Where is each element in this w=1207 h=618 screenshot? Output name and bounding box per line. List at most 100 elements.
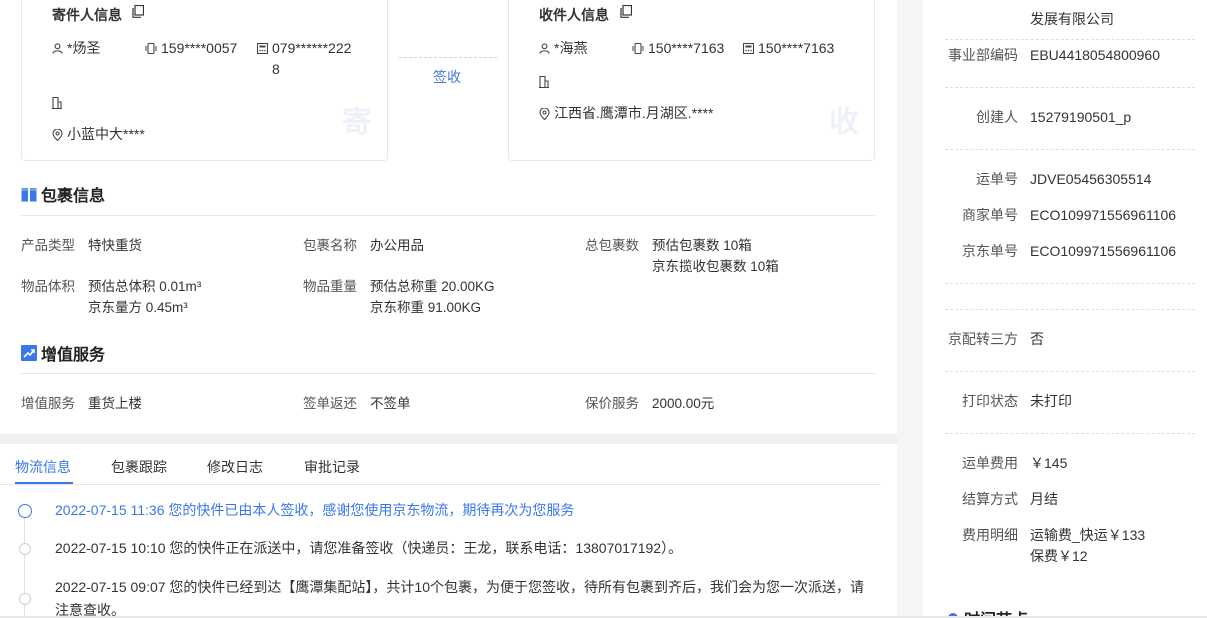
creator-value: 15279190501_p (1030, 109, 1132, 125)
right-divider (945, 371, 1195, 372)
print-status-label: 打印状态 (962, 393, 1018, 409)
package-name-label: 包裹名称 (303, 238, 357, 253)
sender-phone-line1: 079******222 (272, 40, 352, 56)
volume-measured: 京东量方 0.45m³ (88, 300, 188, 315)
right-divider (945, 39, 1195, 40)
company-name-tail: 发展有限公司 (1030, 11, 1114, 27)
timeline-dot (19, 593, 31, 605)
creator-label: 创建人 (976, 109, 1018, 125)
dept-code-label: 事业部编码 (948, 47, 1018, 63)
building-icon (539, 76, 549, 88)
weight-label: 物品重量 (303, 279, 357, 294)
sender-mobile: 159****0057 (161, 40, 238, 56)
sender-name: *炀圣 (67, 40, 101, 56)
sender-mobile-row: 159****0057 (145, 38, 237, 59)
tab-change-log[interactable]: 修改日志 (207, 457, 263, 477)
right-divider (945, 433, 1195, 434)
settle-field: 结算方式 月结 (945, 489, 1195, 510)
product-type-value: 特快重货 (88, 238, 142, 253)
receipt-value: 不签单 (370, 396, 411, 411)
package-section-title: 包裹信息 (41, 188, 106, 205)
panel-gutter (897, 0, 923, 618)
value-added-section-header: 增值服务 (21, 341, 105, 365)
weight-estimated: 预估总称重 20.00KG (370, 279, 495, 294)
settle-label: 结算方式 (962, 491, 1018, 507)
phone-icon (743, 43, 754, 54)
third-party-label: 京配转三方 (948, 331, 1018, 347)
fee-label: 运单费用 (962, 455, 1018, 471)
mobile-icon (632, 43, 644, 54)
waybill-field: 运单号 JDVE05456305514 (945, 169, 1195, 190)
third-party-field: 京配转三方 否 (945, 329, 1195, 350)
service-value: 重货上楼 (88, 396, 142, 411)
jd-no-label: 京东单号 (962, 243, 1018, 259)
waybill-label: 运单号 (976, 171, 1018, 187)
right-divider (945, 87, 1195, 88)
receiver-mobile: 150****7163 (648, 40, 725, 56)
volume-label: 物品体积 (21, 279, 75, 294)
sender-phone-row: 079******222 8 (257, 38, 351, 80)
right-divider (945, 149, 1195, 150)
total-count-label: 总包裹数 (585, 238, 639, 253)
timeline-dot-current (18, 504, 32, 518)
fee-value: ￥145 (1030, 455, 1068, 471)
mobile-icon (145, 43, 157, 54)
section-band (0, 434, 898, 444)
tab-logistics-info[interactable]: 物流信息 (15, 457, 71, 477)
total-count-field: 总包裹数 预估包裹数 10箱 京东揽收包裹数 10箱 (585, 235, 779, 277)
product-type-label: 产品类型 (21, 238, 75, 253)
fee-detail-freight: 运输费_快运￥133 (1030, 527, 1146, 543)
sender-name-row: *炀圣 (52, 38, 100, 59)
timeline-item: 2022-07-15 10:10 您的快件正在派送中，请您准备签收（快递员：王龙… (55, 540, 683, 556)
third-party-value: 否 (1030, 331, 1044, 347)
fee-detail-label: 费用明细 (962, 527, 1018, 543)
package-section-header: 包裹信息 (21, 182, 105, 206)
location-icon (539, 108, 550, 120)
sign-connector-line (399, 57, 497, 58)
receiver-mobile-row: 150****7163 (632, 38, 724, 59)
receipt-label: 签单返还 (303, 396, 357, 411)
copy-icon[interactable] (620, 5, 632, 18)
receiver-building-row (539, 71, 553, 88)
tab-approval-records[interactable]: 审批记录 (304, 457, 360, 477)
tabs-divider (0, 484, 881, 485)
insurance-field: 保价服务 2000.00元 (585, 393, 714, 414)
total-count-collected: 京东揽收包裹数 10箱 (652, 259, 779, 274)
sender-phone-line2: 8 (272, 61, 280, 77)
weight-measured: 京东称重 91.00KG (370, 300, 482, 315)
receiver-phone: 150****7163 (758, 40, 835, 56)
timeline-item: 2022-07-15 09:07 您的快件已经到达【鹰潭集配站】，共计10个包裹… (55, 579, 864, 618)
tab-package-tracking[interactable]: 包裹跟踪 (111, 457, 167, 477)
copy-icon[interactable] (132, 5, 144, 18)
package-divider (21, 215, 875, 216)
service-field: 增值服务 重货上楼 (21, 393, 142, 414)
product-type-field: 产品类型 特快重货 (21, 235, 142, 256)
detail-tabs: 物流信息 包裹跟踪 修改日志 审批记录 (0, 444, 898, 484)
phone-icon (257, 43, 268, 54)
user-icon (539, 43, 550, 54)
timeline-dot (19, 543, 31, 555)
right-divider (945, 283, 1195, 284)
volume-estimated: 预估总体积 0.01m³ (88, 279, 202, 294)
jd-no-field: 京东单号 ECO109971556961106 (945, 241, 1195, 262)
receiver-name-row: *海燕 (539, 38, 587, 59)
right-divider (945, 309, 1195, 310)
fee-detail-field: 费用明细 运输费_快运￥133 保费￥12 (945, 525, 1195, 567)
package-name-value: 办公用品 (370, 238, 424, 253)
sender-address: 小蓝中大**** (67, 126, 145, 142)
user-icon (52, 43, 63, 54)
receipt-field: 签单返还 不签单 (303, 393, 411, 414)
company-field: 发展有限公司 (945, 9, 1195, 30)
trend-icon (21, 345, 37, 361)
merchant-no-field: 商家单号 ECO109971556961106 (945, 205, 1195, 226)
fee-field: 运单费用 ￥145 (945, 453, 1195, 474)
sender-building-row (52, 92, 66, 109)
merchant-no-value: ECO109971556961106 (1030, 207, 1177, 223)
receiver-name: *海燕 (554, 40, 588, 56)
insurance-label: 保价服务 (585, 396, 639, 411)
receiver-address: 江西省.鹰潭市.月湖区.**** (554, 105, 714, 121)
sender-card-title: 寄件人信息 (52, 7, 122, 23)
receiver-card-title: 收件人信息 (539, 7, 609, 23)
fee-detail-insurance: 保费￥12 (1030, 548, 1088, 564)
dept-code-field: 事业部编码 EBU4418054800960 (945, 45, 1195, 66)
